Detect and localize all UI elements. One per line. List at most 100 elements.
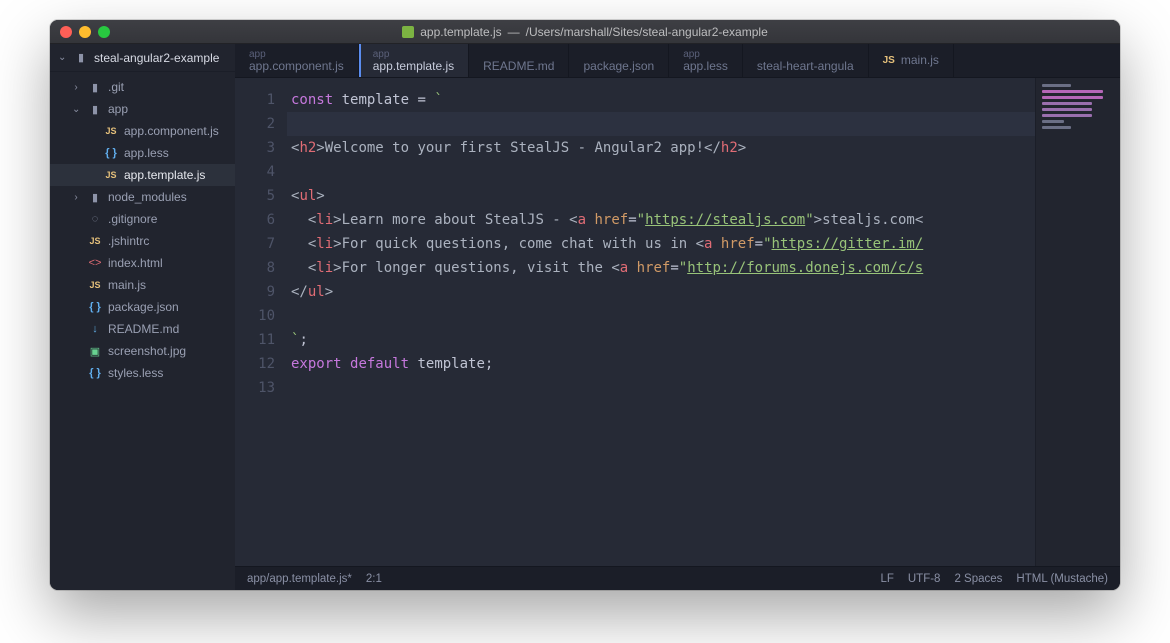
tab-label: main.js: [901, 54, 939, 67]
tree-item-app-less[interactable]: { }app.less: [50, 142, 235, 164]
js-icon: JS: [88, 280, 102, 290]
tab-main-js[interactable]: JSmain.js: [869, 44, 954, 77]
editor-window: app.template.js — /Users/marshall/Sites/…: [50, 20, 1120, 590]
editor-column: appapp.component.jsappapp.template.js RE…: [235, 44, 1120, 590]
tab-label: steal-heart-angula: [757, 60, 854, 73]
status-cursor[interactable]: 2:1: [366, 573, 382, 585]
less-icon: { }: [88, 301, 102, 313]
tab-bar: appapp.component.jsappapp.template.js RE…: [235, 44, 1120, 78]
md-icon: ↓: [88, 323, 102, 335]
line-number: 11: [235, 328, 275, 352]
code-area[interactable]: const template = ` <h2>Welcome to your f…: [287, 78, 1035, 566]
status-lang[interactable]: HTML (Mustache): [1016, 573, 1108, 585]
title-path: /Users/marshall/Sites/steal-angular2-exa…: [526, 25, 768, 39]
tree-item-screenshot-jpg[interactable]: ▣ screenshot.jpg: [50, 340, 235, 362]
tree-item-package-json[interactable]: { } package.json: [50, 296, 235, 318]
titlebar: app.template.js — /Users/marshall/Sites/…: [50, 20, 1120, 44]
tree-item-label: .git: [108, 80, 124, 94]
tree-item-label: main.js: [108, 278, 146, 292]
folder-icon: ▮: [88, 81, 102, 94]
status-indent[interactable]: 2 Spaces: [954, 573, 1002, 585]
file-tree: ›▮.git⌄▮appJSapp.component.js{ }app.less…: [50, 72, 235, 388]
window-title: app.template.js — /Users/marshall/Sites/…: [120, 25, 1050, 39]
status-bar: app/app.template.js* 2:1 LF UTF-8 2 Spac…: [235, 566, 1120, 590]
code-line[interactable]: <li>For longer questions, visit the <a h…: [291, 256, 1035, 280]
project-root[interactable]: ⌄ ▮ steal-angular2-example: [50, 44, 235, 72]
tab-app-less[interactable]: appapp.less: [669, 44, 743, 77]
minimap[interactable]: [1035, 78, 1120, 566]
tab-package-json[interactable]: package.json: [569, 44, 669, 77]
close-window-button[interactable]: [60, 26, 72, 38]
code-line[interactable]: <li>For quick questions, come chat with …: [291, 232, 1035, 256]
tree-item-label: .jshintrc: [108, 234, 149, 248]
line-number: 8: [235, 256, 275, 280]
folder-icon: ▮: [88, 103, 102, 116]
editor[interactable]: 12345678910111213 const template = ` <h2…: [235, 78, 1120, 566]
tree-item-app[interactable]: ⌄▮app: [50, 98, 235, 120]
status-file[interactable]: app/app.template.js*: [247, 573, 352, 585]
line-number: 5: [235, 184, 275, 208]
tab-steal-heart-angula[interactable]: steal-heart-angula: [743, 44, 869, 77]
window-controls: [60, 26, 110, 38]
chevron-right-icon: ›: [72, 192, 80, 203]
line-number: 3: [235, 136, 275, 160]
tree-item-app-template-js[interactable]: JSapp.template.js: [50, 164, 235, 186]
line-number: 1: [235, 88, 275, 112]
tab-subtitle: app: [683, 49, 728, 60]
tree-item-index-html[interactable]: <> index.html: [50, 252, 235, 274]
tree-item-main-js[interactable]: JS main.js: [50, 274, 235, 296]
tree-item--git[interactable]: ›▮.git: [50, 76, 235, 98]
status-eol[interactable]: LF: [880, 573, 893, 585]
minimize-window-button[interactable]: [79, 26, 91, 38]
tree-item-label: index.html: [108, 256, 163, 270]
tab-app-template-js[interactable]: appapp.template.js: [359, 44, 469, 77]
tab-subtitle: [757, 49, 854, 60]
code-line[interactable]: [291, 376, 1035, 400]
code-line[interactable]: <h2>Welcome to your first StealJS - Angu…: [291, 136, 1035, 160]
code-line[interactable]: const template = `: [291, 88, 1035, 112]
tree-item-label: package.json: [108, 300, 179, 314]
tab-subtitle: app: [249, 49, 344, 60]
js-icon: JS: [88, 236, 102, 246]
line-number: 13: [235, 376, 275, 400]
line-number: 6: [235, 208, 275, 232]
gh-icon: ◌: [88, 213, 102, 225]
tree-item-node-modules[interactable]: ›▮node_modules: [50, 186, 235, 208]
tab-label: README.md: [483, 60, 554, 73]
line-number: 4: [235, 160, 275, 184]
html-icon: <>: [88, 257, 102, 269]
status-enc[interactable]: UTF-8: [908, 573, 941, 585]
line-number: 2: [235, 112, 275, 136]
line-number: 7: [235, 232, 275, 256]
tab-label: package.json: [583, 60, 654, 73]
code-line[interactable]: </ul>: [291, 280, 1035, 304]
tab-readme-md[interactable]: README.md: [469, 44, 569, 77]
code-line[interactable]: <li>Learn more about StealJS - <a href="…: [291, 208, 1035, 232]
sidebar: ⌄ ▮ steal-angular2-example ›▮.git⌄▮appJS…: [50, 44, 235, 590]
code-line[interactable]: [287, 112, 1035, 136]
tab-app-component-js[interactable]: appapp.component.js: [235, 44, 359, 77]
code-line[interactable]: <ul>: [291, 184, 1035, 208]
code-line[interactable]: export default template;: [291, 352, 1035, 376]
folder-icon: ▮: [88, 191, 102, 204]
tree-item-styles-less[interactable]: { }styles.less: [50, 362, 235, 384]
tree-item-app-component-js[interactable]: JSapp.component.js: [50, 120, 235, 142]
zoom-window-button[interactable]: [98, 26, 110, 38]
code-line[interactable]: [291, 160, 1035, 184]
tree-item-label: screenshot.jpg: [108, 344, 186, 358]
code-line[interactable]: [291, 304, 1035, 328]
tree-item--gitignore[interactable]: ◌ .gitignore: [50, 208, 235, 230]
img-icon: ▣: [88, 345, 102, 358]
gutter: 12345678910111213: [235, 78, 287, 566]
tree-item-label: styles.less: [108, 366, 163, 380]
code-line[interactable]: `;: [291, 328, 1035, 352]
tab-subtitle: [583, 49, 654, 60]
chevron-down-icon: ⌄: [72, 104, 80, 115]
tree-item-label: app.template.js: [124, 168, 205, 182]
tab-subtitle: [483, 49, 554, 60]
title-sep: —: [508, 25, 520, 39]
folder-icon: ▮: [74, 51, 88, 64]
tree-item-readme-md[interactable]: ↓README.md: [50, 318, 235, 340]
tree-item-label: .gitignore: [108, 212, 157, 226]
tree-item--jshintrc[interactable]: JS .jshintrc: [50, 230, 235, 252]
